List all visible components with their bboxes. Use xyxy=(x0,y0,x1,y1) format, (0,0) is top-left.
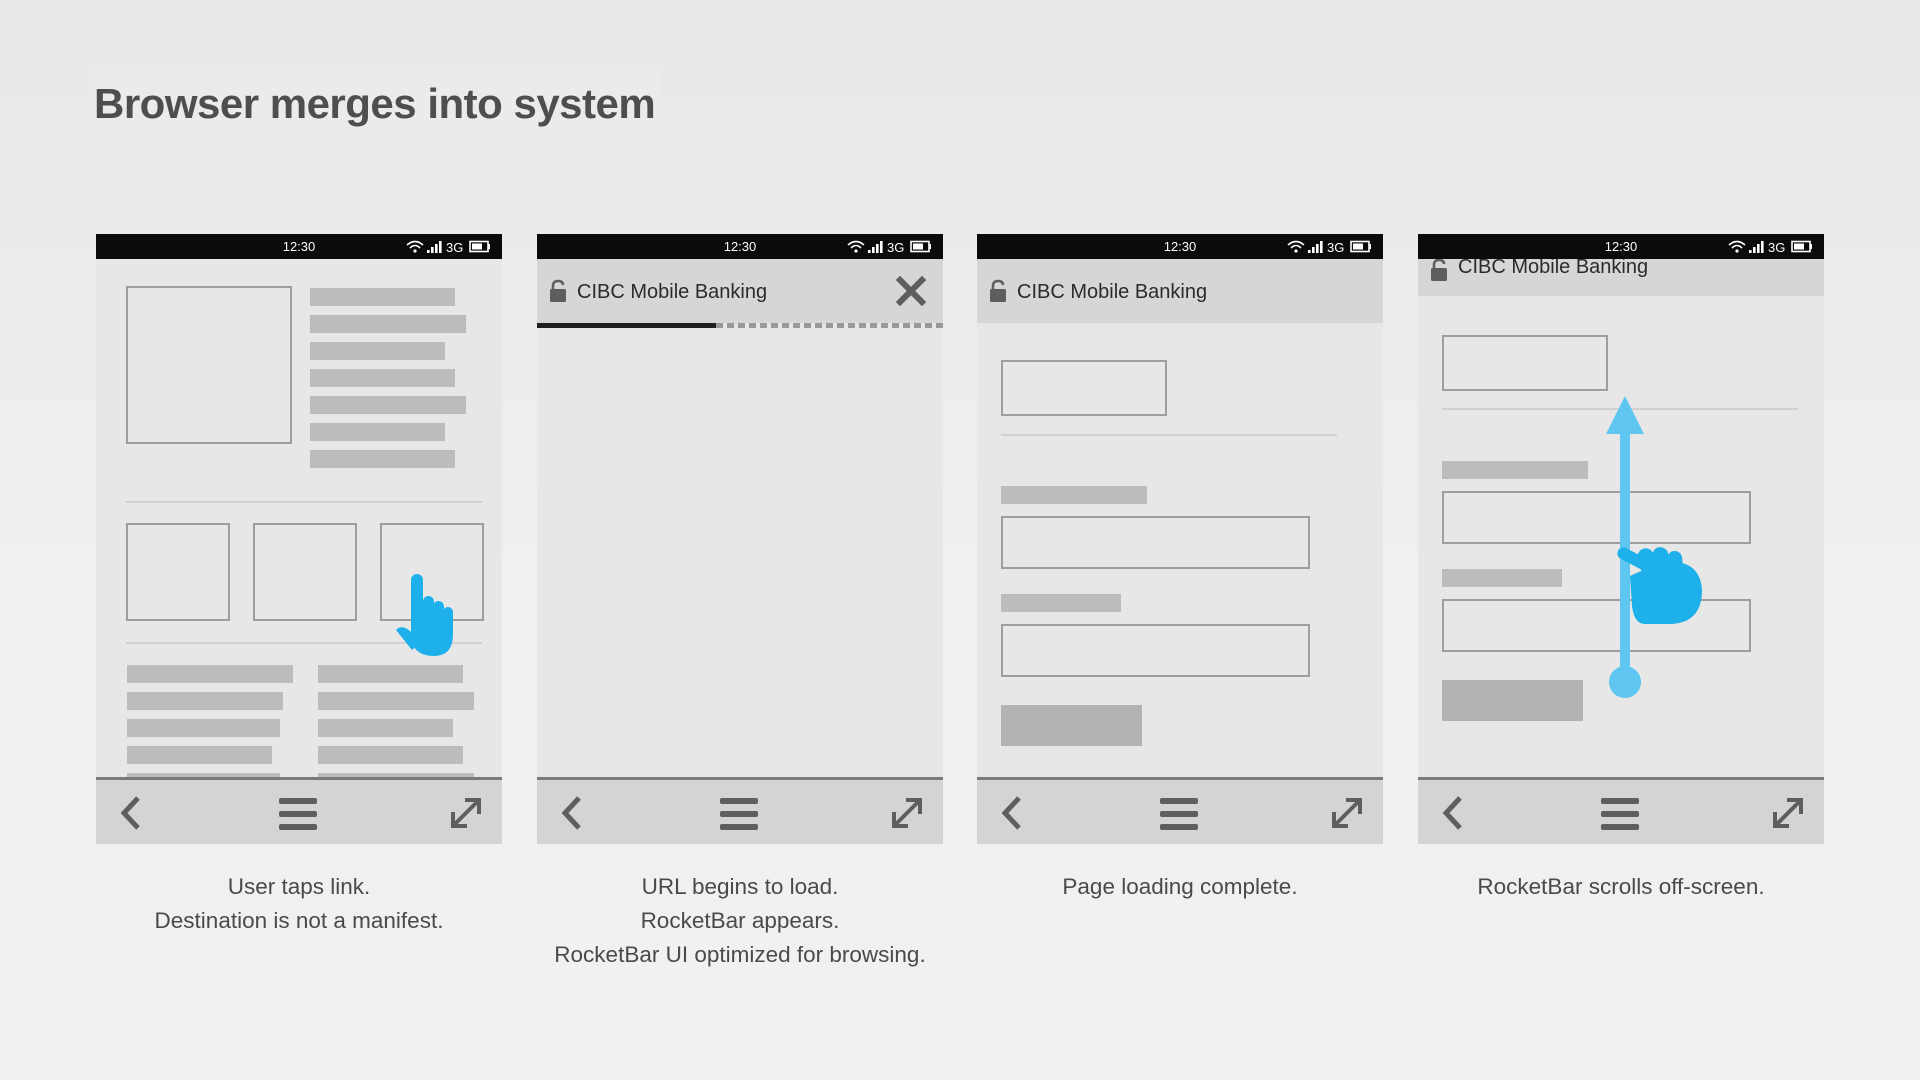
status-bar: 12:30 3G xyxy=(96,234,502,259)
status-icons: 3G xyxy=(406,237,494,256)
status-network: 3G xyxy=(1768,240,1785,255)
page-title: Browser merges into system xyxy=(94,80,656,127)
back-chevron-icon[interactable] xyxy=(1440,795,1468,831)
caption-4: RocketBar scrolls off-screen. xyxy=(1418,870,1824,904)
menu-icon[interactable] xyxy=(719,796,759,832)
status-icons-svg: 3G xyxy=(1287,240,1371,255)
load-progress-remaining xyxy=(716,323,943,328)
caption-2: URL begins to load. RocketBar appears. R… xyxy=(537,870,943,972)
menu-icon[interactable] xyxy=(1600,796,1640,832)
phone-screen-3: 12:30 3G CIBC Mobile Banking xyxy=(977,234,1383,844)
status-bar: 12:30 3G xyxy=(1418,234,1824,259)
status-icons-svg: 3G xyxy=(847,240,931,255)
signal-icon xyxy=(1749,241,1764,253)
lock-icon xyxy=(550,279,566,302)
caption-line: URL begins to load. xyxy=(641,874,839,899)
load-progress-filled xyxy=(537,323,716,328)
rocketbar-title: CIBC Mobile Banking xyxy=(577,281,768,303)
browser-toolbar xyxy=(1418,777,1824,844)
status-bar: 12:30 3G xyxy=(537,234,943,259)
browser-toolbar xyxy=(977,777,1383,844)
wifi-icon xyxy=(1728,240,1746,253)
expand-icon[interactable] xyxy=(448,795,484,831)
signal-icon xyxy=(427,241,442,253)
signal-icon xyxy=(868,241,883,253)
hand-tap-icon xyxy=(396,574,453,656)
back-chevron-icon[interactable] xyxy=(559,795,587,831)
status-network: 3G xyxy=(1327,240,1344,255)
caption-line: User taps link. xyxy=(227,874,371,899)
browser-toolbar xyxy=(96,777,502,844)
rocketbar-title: CIBC Mobile Banking xyxy=(1017,281,1208,303)
caption-3: Page loading complete. xyxy=(977,870,1383,904)
phone-screen-1: 12:30 3G xyxy=(96,234,502,844)
back-chevron-icon[interactable] xyxy=(999,795,1027,831)
battery-icon xyxy=(1791,240,1812,253)
caption-line: RocketBar appears. xyxy=(640,908,840,933)
rocketbar[interactable]: CIBC Mobile Banking xyxy=(977,259,1383,323)
status-icons: 3G xyxy=(1287,237,1375,256)
expand-icon[interactable] xyxy=(1329,795,1365,831)
phone-screen-2: 12:30 3G CIBC Mobile Banking xyxy=(537,234,943,844)
expand-icon[interactable] xyxy=(1770,795,1806,831)
status-network: 3G xyxy=(887,240,904,255)
status-icons: 3G xyxy=(1728,237,1816,256)
status-icons-svg: 3G xyxy=(1728,240,1812,255)
wifi-icon xyxy=(847,240,865,253)
rocketbar[interactable]: CIBC Mobile Banking xyxy=(537,259,943,323)
phone-screen-4: CIBC Mobile Banking 12:30 3G xyxy=(1418,234,1824,844)
menu-icon[interactable] xyxy=(1159,796,1199,832)
status-icons: 3G xyxy=(847,237,935,256)
battery-icon xyxy=(469,240,490,253)
lock-icon xyxy=(990,279,1006,302)
status-network: 3G xyxy=(446,240,463,255)
rocketbar-title: CIBC Mobile Banking xyxy=(1458,256,1649,278)
status-bar: 12:30 3G xyxy=(977,234,1383,259)
status-icons-svg: 3G xyxy=(406,240,490,255)
signal-icon xyxy=(1308,241,1323,253)
wifi-icon xyxy=(406,240,424,253)
battery-icon xyxy=(1350,240,1371,253)
expand-icon[interactable] xyxy=(889,795,925,831)
browser-toolbar xyxy=(537,777,943,844)
wifi-icon xyxy=(1287,240,1305,253)
caption-line: Page loading complete. xyxy=(1062,874,1298,899)
lock-icon xyxy=(1431,258,1447,281)
menu-icon[interactable] xyxy=(278,796,318,832)
hand-swipe-icon xyxy=(1617,547,1702,624)
back-chevron-icon[interactable] xyxy=(118,795,146,831)
caption-line: RocketBar UI optimized for browsing. xyxy=(554,942,926,967)
close-icon[interactable] xyxy=(895,275,927,307)
caption-line: Destination is not a manifest. xyxy=(154,908,444,933)
caption-line: RocketBar scrolls off-screen. xyxy=(1477,874,1765,899)
battery-icon xyxy=(910,240,931,253)
caption-1: User taps link. Destination is not a man… xyxy=(96,870,502,938)
